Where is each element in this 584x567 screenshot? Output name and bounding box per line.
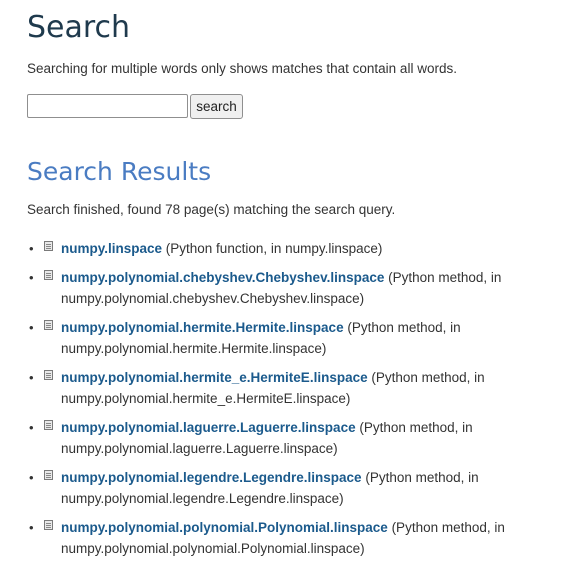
document-icon bbox=[44, 420, 53, 430]
search-button[interactable]: search bbox=[190, 94, 243, 119]
results-title: Search Results bbox=[27, 157, 212, 186]
bullet-icon: • bbox=[29, 520, 34, 535]
document-icon bbox=[44, 270, 53, 280]
bullet-icon: • bbox=[29, 470, 34, 485]
bullet-icon: • bbox=[29, 320, 34, 335]
page-title: Search bbox=[27, 10, 131, 45]
result-link[interactable]: numpy.polynomial.legendre.Legendre.linsp… bbox=[61, 470, 362, 485]
search-hint: Searching for multiple words only shows … bbox=[27, 61, 457, 76]
document-icon bbox=[44, 520, 53, 530]
document-icon bbox=[44, 370, 53, 380]
result-item: • numpy.polynomial.polynomial.Polynomial… bbox=[27, 517, 567, 559]
bullet-icon: • bbox=[29, 420, 34, 435]
result-description: (Python function, in numpy.linspace) bbox=[162, 241, 383, 256]
search-status: Search finished, found 78 page(s) matchi… bbox=[27, 202, 396, 217]
result-link[interactable]: numpy.polynomial.polynomial.Polynomial.l… bbox=[61, 520, 388, 535]
result-item: • numpy.linspace (Python function, in nu… bbox=[27, 238, 567, 259]
result-item: • numpy.polynomial.hermite.Hermite.linsp… bbox=[27, 317, 567, 359]
result-link[interactable]: numpy.polynomial.hermite.Hermite.linspac… bbox=[61, 320, 344, 335]
result-link[interactable]: numpy.linspace bbox=[61, 241, 162, 256]
result-item: • numpy.polynomial.chebyshev.Chebyshev.l… bbox=[27, 267, 567, 309]
results-list: • numpy.linspace (Python function, in nu… bbox=[27, 238, 567, 567]
search-form: search bbox=[27, 94, 267, 120]
document-icon bbox=[44, 320, 53, 330]
result-link[interactable]: numpy.polynomial.hermite_e.HermiteE.lins… bbox=[61, 370, 368, 385]
document-icon bbox=[44, 470, 53, 480]
document-icon bbox=[44, 241, 53, 251]
result-item: • numpy.polynomial.laguerre.Laguerre.lin… bbox=[27, 417, 567, 459]
result-link[interactable]: numpy.polynomial.chebyshev.Chebyshev.lin… bbox=[61, 270, 384, 285]
result-item: • numpy.polynomial.legendre.Legendre.lin… bbox=[27, 467, 567, 509]
result-link[interactable]: numpy.polynomial.laguerre.Laguerre.linsp… bbox=[61, 420, 356, 435]
bullet-icon: • bbox=[29, 270, 34, 285]
bullet-icon: • bbox=[29, 370, 34, 385]
result-item: • numpy.polynomial.hermite_e.HermiteE.li… bbox=[27, 367, 567, 409]
bullet-icon: • bbox=[29, 241, 34, 256]
search-input[interactable] bbox=[27, 94, 188, 118]
